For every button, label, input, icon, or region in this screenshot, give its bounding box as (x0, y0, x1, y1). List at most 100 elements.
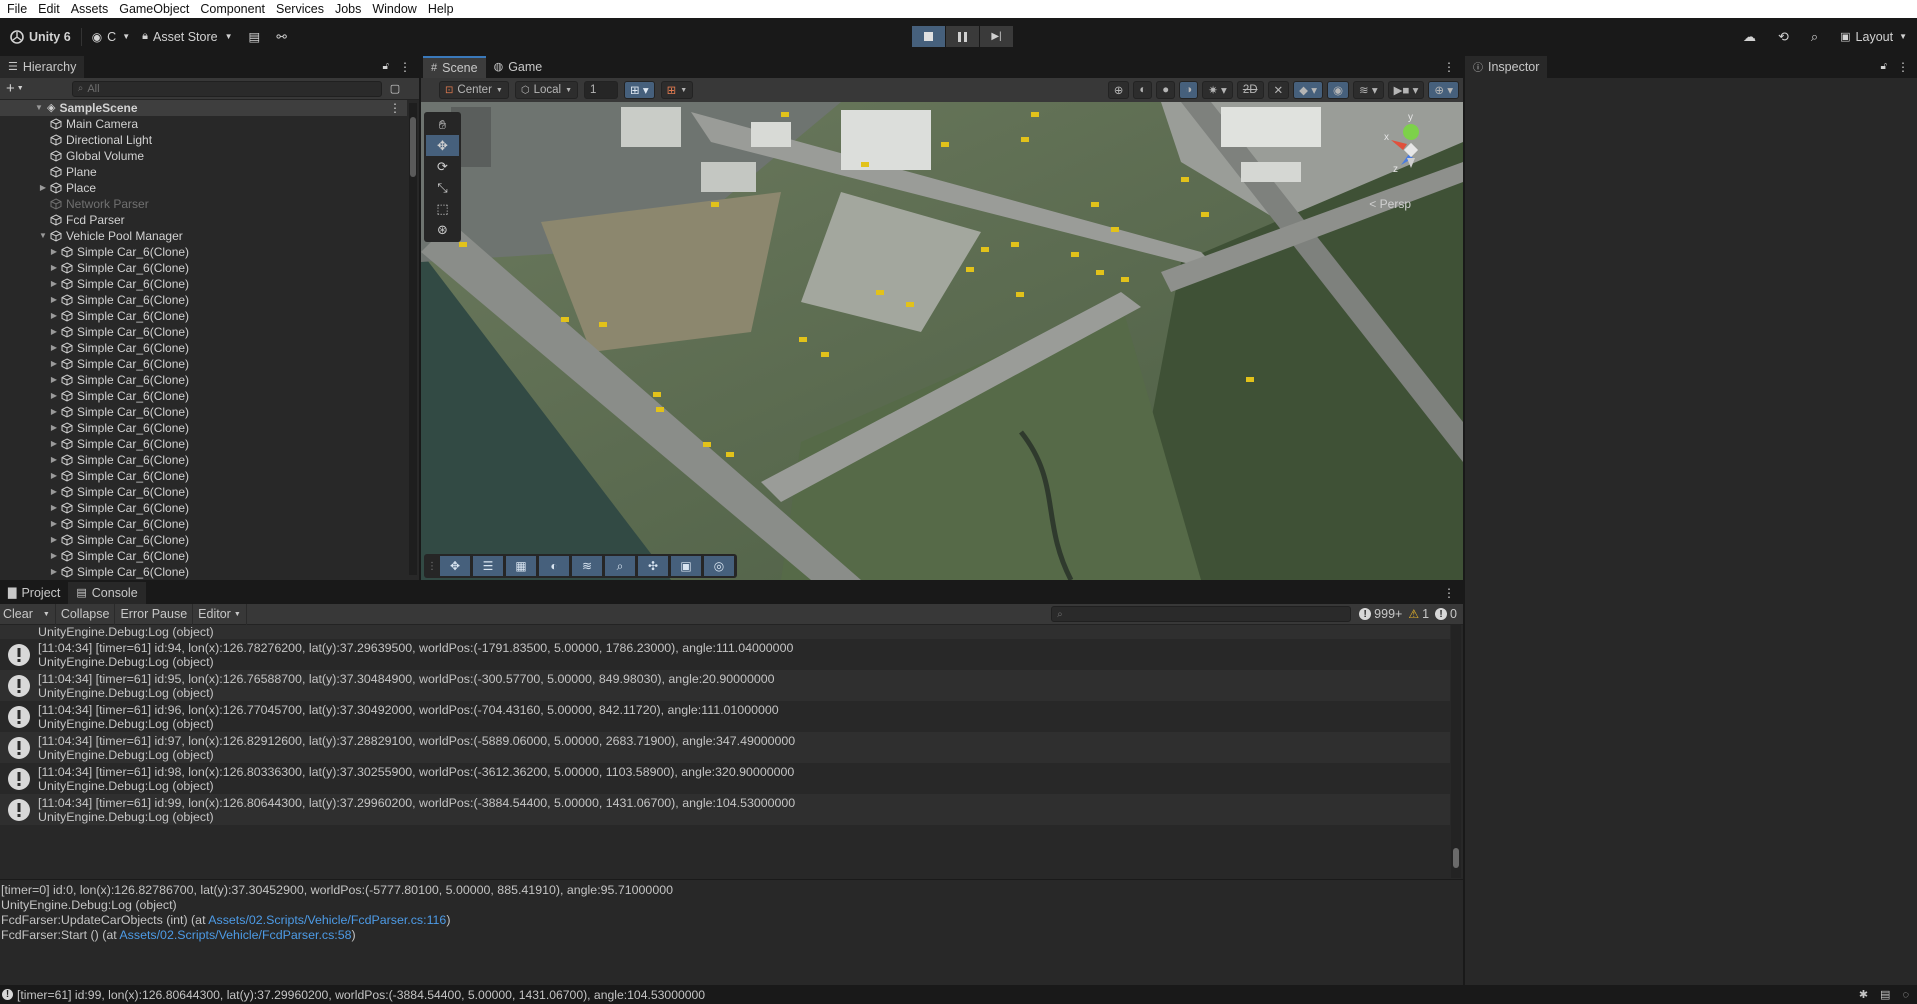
menu-item-gameobject[interactable]: GameObject (119, 2, 189, 16)
hierarchy-item[interactable]: ▶ Simple Car_6(Clone) (0, 276, 407, 292)
chevron-right-icon[interactable]: ▶ (49, 468, 59, 484)
hierarchy-item[interactable]: ▶ Simple Car_6(Clone) (0, 436, 407, 452)
step-button[interactable]: ▶| (980, 26, 1013, 47)
orientation-gizmo[interactable]: y x z (1371, 110, 1451, 190)
overlay-camera-button[interactable]: ▣ (671, 556, 701, 576)
chevron-right-icon[interactable]: ▶ (49, 276, 59, 292)
play-button[interactable] (912, 26, 945, 47)
menu-item-window[interactable]: Window (372, 2, 416, 16)
chevron-right-icon[interactable]: ▶ (49, 244, 59, 260)
chevron-right-icon[interactable]: ▶ (38, 180, 48, 196)
tab-inspector[interactable]: ⓘ Inspector (1465, 55, 1548, 78)
chevron-right-icon[interactable]: ▶ (49, 420, 59, 436)
unity-account-button[interactable]: Unity 6 (4, 26, 77, 48)
gizmo-x-axis[interactable] (1391, 140, 1407, 150)
log-entry[interactable]: [11:04:34] [timer=61] id:99, lon(x):126.… (0, 794, 1450, 825)
scale-tool-button[interactable]: ⤡ (426, 177, 459, 198)
shaded-button[interactable]: ● (1156, 81, 1176, 99)
activity-icon[interactable]: ◌ (1902, 989, 1909, 1001)
menu-item-jobs[interactable]: Jobs (335, 2, 361, 16)
wireframe-button[interactable]: ⊕ (1107, 81, 1130, 99)
lighting-toggle[interactable]: ✕ (1267, 81, 1290, 99)
hierarchy-item[interactable]: ▶ Simple Car_6(Clone) (0, 420, 407, 436)
hierarchy-item[interactable]: ▶ Simple Car_6(Clone) (0, 340, 407, 356)
hierarchy-item[interactable]: Global Volume (0, 148, 407, 164)
package-manager-button[interactable]: ▤ (243, 26, 267, 48)
log-filter-toggle[interactable]: ! 999+ (1359, 607, 1402, 621)
gizmo-y-axis[interactable] (1403, 124, 1419, 140)
log-entry[interactable]: [11:04:34] [timer=61] id:97, lon(x):126.… (0, 732, 1450, 763)
kebab-menu-icon[interactable]: ⋮ (1443, 586, 1455, 600)
tab-scene[interactable]: # Scene (423, 55, 486, 78)
gizmos-dropdown[interactable]: ⊕ ▾ (1428, 81, 1459, 99)
overlay-compass-button[interactable]: ◎ (704, 556, 734, 576)
clear-button[interactable]: Clear ▼ (0, 603, 56, 625)
chevron-right-icon[interactable]: ▶ (49, 356, 59, 372)
kebab-menu-icon[interactable]: ⋮ (389, 100, 401, 116)
chevron-right-icon[interactable]: ▶ (49, 340, 59, 356)
status-message[interactable]: [timer=61] id:99, lon(x):126.80644300, l… (17, 988, 705, 1002)
scene-row[interactable]: ▼ ◈ SampleScene ⋮ (0, 100, 407, 116)
error-filter-toggle[interactable]: ! 0 (1435, 607, 1457, 621)
debug-draw-dropdown[interactable]: ✷ ▾ (1202, 81, 1233, 99)
hierarchy-item[interactable]: ▶ Simple Car_6(Clone) (0, 516, 407, 532)
chevron-right-icon[interactable]: ▶ (49, 484, 59, 500)
search-icon[interactable]: ⌕ (1811, 29, 1818, 45)
kebab-menu-icon[interactable]: ⋮ (399, 60, 411, 74)
stack-frame-link[interactable]: Assets/02.Scripts/Vehicle/FcdParser.cs:1… (208, 913, 446, 927)
menu-item-component[interactable]: Component (200, 2, 265, 16)
chevron-right-icon[interactable]: ▶ (49, 292, 59, 308)
chevron-right-icon[interactable]: ▶ (49, 388, 59, 404)
version-control-button[interactable]: ⚯ (270, 26, 292, 48)
pause-button[interactable] (946, 26, 979, 47)
overlay-layers-button[interactable]: ≋ (572, 556, 602, 576)
chevron-right-icon[interactable]: ▶ (49, 452, 59, 468)
tab-console[interactable]: ▤ Console (68, 581, 146, 604)
overlay-shading-button[interactable]: ◐ (539, 556, 569, 576)
hierarchy-item[interactable]: ▶ Simple Car_6(Clone) (0, 388, 407, 404)
hierarchy-item[interactable]: ▶ Simple Car_6(Clone) (0, 404, 407, 420)
chevron-right-icon[interactable]: ▶ (49, 372, 59, 388)
cloud-icon[interactable]: ☁ (1743, 29, 1756, 45)
menu-item-services[interactable]: Services (276, 2, 324, 16)
hierarchy-item[interactable]: ▶ Simple Car_6(Clone) (0, 548, 407, 564)
overlay-grid-button[interactable]: ▦ (506, 556, 536, 576)
warning-filter-toggle[interactable]: ⚠ 1 (1408, 607, 1429, 621)
menu-item-file[interactable]: File (7, 2, 27, 16)
hierarchy-item[interactable]: Plane (0, 164, 407, 180)
chevron-down-icon[interactable]: ▼ (34, 100, 44, 116)
menu-item-help[interactable]: Help (428, 2, 454, 16)
kebab-menu-icon[interactable]: ⋮ (1897, 60, 1909, 74)
log-entry[interactable]: [11:04:34] [timer=61] id:96, lon(x):126.… (0, 701, 1450, 732)
chevron-right-icon[interactable]: ▶ (49, 516, 59, 532)
console-search-input[interactable]: ⌕ (1051, 606, 1352, 622)
rect-tool-button[interactable]: ⬚ (426, 198, 459, 219)
hierarchy-item[interactable]: ▶ Simple Car_6(Clone) (0, 500, 407, 516)
overlay-move-button[interactable]: ✥ (440, 556, 470, 576)
hierarchy-item[interactable]: ▶ Place (0, 180, 407, 196)
lock-icon[interactable]: 🔓︎ (383, 61, 389, 72)
tab-game[interactable]: ◍ Game (485, 55, 551, 78)
chevron-right-icon[interactable]: ▶ (49, 404, 59, 420)
hierarchy-item[interactable]: ▶ Simple Car_6(Clone) (0, 532, 407, 548)
editor-dropdown[interactable]: Editor ▼ (193, 603, 247, 625)
hierarchy-item[interactable]: ▶ Simple Car_6(Clone) (0, 372, 407, 388)
overlay-pivot-button[interactable]: ✣ (638, 556, 668, 576)
hierarchy-item[interactable]: ▶ Simple Car_6(Clone) (0, 564, 407, 580)
drag-handle-icon[interactable]: ⋮ (427, 561, 437, 572)
scrollbar-thumb[interactable] (410, 117, 416, 177)
pivot-dropdown[interactable]: ⊡ Center ▼ (439, 81, 509, 99)
chevron-right-icon[interactable]: ▶ (49, 308, 59, 324)
toggle-2d-button[interactable]: 2D (1236, 81, 1264, 99)
menu-item-assets[interactable]: Assets (71, 2, 109, 16)
tab-project[interactable]: ▇ Project (0, 581, 69, 604)
hierarchy-item[interactable]: Directional Light (0, 132, 407, 148)
hierarchy-item[interactable]: ▶ Simple Car_6(Clone) (0, 292, 407, 308)
stack-frame-link[interactable]: Assets/02.Scripts/Vehicle/FcdParser.cs:5… (119, 928, 351, 942)
chevron-right-icon[interactable]: ▶ (49, 500, 59, 516)
hierarchy-item[interactable]: ▶ Simple Car_6(Clone) (0, 468, 407, 484)
console-scrollbar[interactable] (1451, 625, 1461, 878)
cache-icon[interactable]: ▤ (1880, 988, 1890, 1001)
rotate-tool-button[interactable]: ⟳ (426, 156, 459, 177)
unlit-button[interactable]: ◑ (1179, 81, 1199, 99)
